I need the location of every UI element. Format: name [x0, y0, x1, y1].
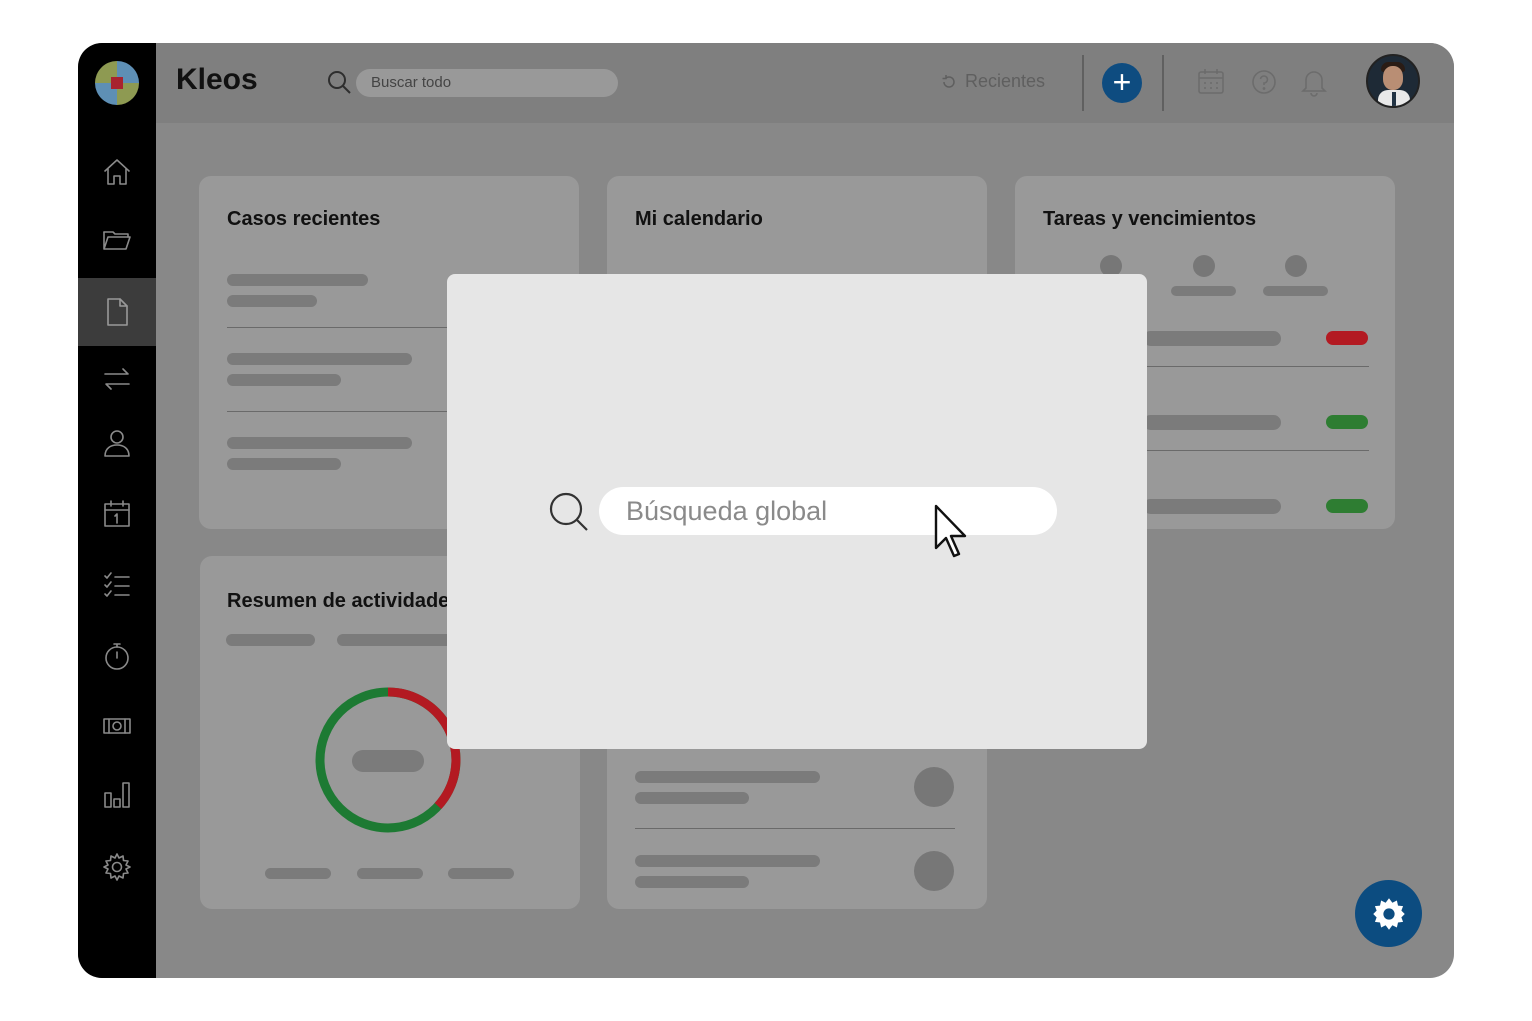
sidebar-item-reports[interactable] [78, 765, 156, 825]
app-title: Kleos [176, 63, 258, 96]
placeholder-line [635, 855, 820, 867]
sidebar-item-tasks[interactable] [78, 555, 156, 615]
calendar-icon [104, 500, 130, 527]
divider [1162, 55, 1164, 111]
placeholder-line [635, 771, 820, 783]
placeholder-line [227, 458, 341, 470]
sidebar-item-home[interactable] [78, 142, 156, 202]
sidebar [78, 43, 156, 978]
donut-chart [315, 687, 461, 833]
status-badge-red [1326, 331, 1368, 345]
search-input[interactable]: Buscar todo [356, 69, 618, 97]
search-icon[interactable] [326, 69, 352, 95]
avatar-placeholder [1285, 255, 1307, 277]
calendar-button[interactable] [1196, 67, 1226, 102]
person-icon [104, 430, 130, 457]
sidebar-item-timer[interactable] [78, 626, 156, 686]
document-icon [107, 298, 128, 326]
placeholder-line [1143, 499, 1281, 514]
placeholder-line [265, 868, 331, 879]
search-icon [549, 492, 588, 531]
divider [1143, 450, 1369, 451]
app-logo[interactable] [95, 61, 139, 105]
home-icon [104, 159, 130, 185]
card-title: Casos recientes [227, 208, 381, 230]
global-search-modal: Búsqueda global [447, 274, 1147, 749]
placeholder-line [227, 374, 341, 386]
placeholder-line [352, 750, 424, 772]
placeholder-line [635, 792, 749, 804]
stopwatch-icon [105, 643, 129, 670]
divider [1143, 366, 1369, 367]
sidebar-item-documents[interactable] [78, 278, 156, 346]
calendar-icon [1198, 69, 1224, 94]
sidebar-item-settings[interactable] [78, 837, 156, 897]
card-title: Resumen de actividades [227, 590, 461, 612]
donut-segment-red [387, 687, 461, 810]
placeholder-line [1143, 415, 1281, 430]
top-bar: Kleos Buscar todo Recientes + [156, 43, 1454, 123]
money-icon [103, 718, 131, 734]
gear-icon [103, 853, 131, 881]
placeholder-line [226, 634, 315, 646]
sidebar-item-folders[interactable] [78, 209, 156, 269]
recents-button[interactable]: Recientes [941, 71, 1045, 92]
status-badge-green [1326, 415, 1368, 429]
placeholder-line [227, 353, 412, 365]
settings-fab-button[interactable] [1355, 880, 1422, 947]
placeholder-line [1263, 286, 1328, 296]
arrows-swap-icon [104, 368, 130, 390]
placeholder-line [357, 868, 423, 879]
folder-icon [103, 231, 131, 250]
app-window: Kleos Buscar todo Recientes + Casos reci… [78, 43, 1454, 978]
status-badge-green [1326, 499, 1368, 513]
bar-chart-icon [104, 782, 130, 808]
sidebar-item-contacts[interactable] [78, 413, 156, 473]
checklist-icon [104, 572, 130, 597]
gear-icon [1372, 897, 1405, 930]
mouse-cursor-icon [934, 504, 967, 558]
help-button[interactable] [1249, 67, 1279, 102]
placeholder-line [448, 868, 514, 879]
placeholder-line [227, 295, 317, 307]
global-search-input[interactable]: Búsqueda global [599, 487, 1057, 535]
notifications-button[interactable] [1299, 67, 1329, 102]
placeholder-line [635, 876, 749, 888]
sidebar-item-billing[interactable] [78, 696, 156, 756]
card-title: Mi calendario [635, 208, 763, 230]
recents-label: Recientes [965, 71, 1046, 91]
divider [635, 828, 955, 829]
sidebar-item-transfers[interactable] [78, 349, 156, 409]
placeholder-line [1171, 286, 1236, 296]
help-icon [1252, 70, 1276, 94]
avatar-placeholder [914, 851, 954, 891]
placeholder-line [1143, 331, 1281, 346]
sidebar-item-calendar[interactable] [78, 484, 156, 544]
user-avatar[interactable] [1366, 54, 1420, 108]
history-icon [942, 74, 955, 88]
placeholder-line [227, 274, 368, 286]
avatar-placeholder [914, 767, 954, 807]
card-title: Tareas y vencimientos [1043, 208, 1257, 230]
avatar-placeholder [1193, 255, 1215, 277]
add-new-button[interactable]: + [1102, 63, 1142, 103]
placeholder-line [227, 437, 412, 449]
bell-icon [1301, 71, 1327, 97]
divider [1082, 55, 1084, 111]
